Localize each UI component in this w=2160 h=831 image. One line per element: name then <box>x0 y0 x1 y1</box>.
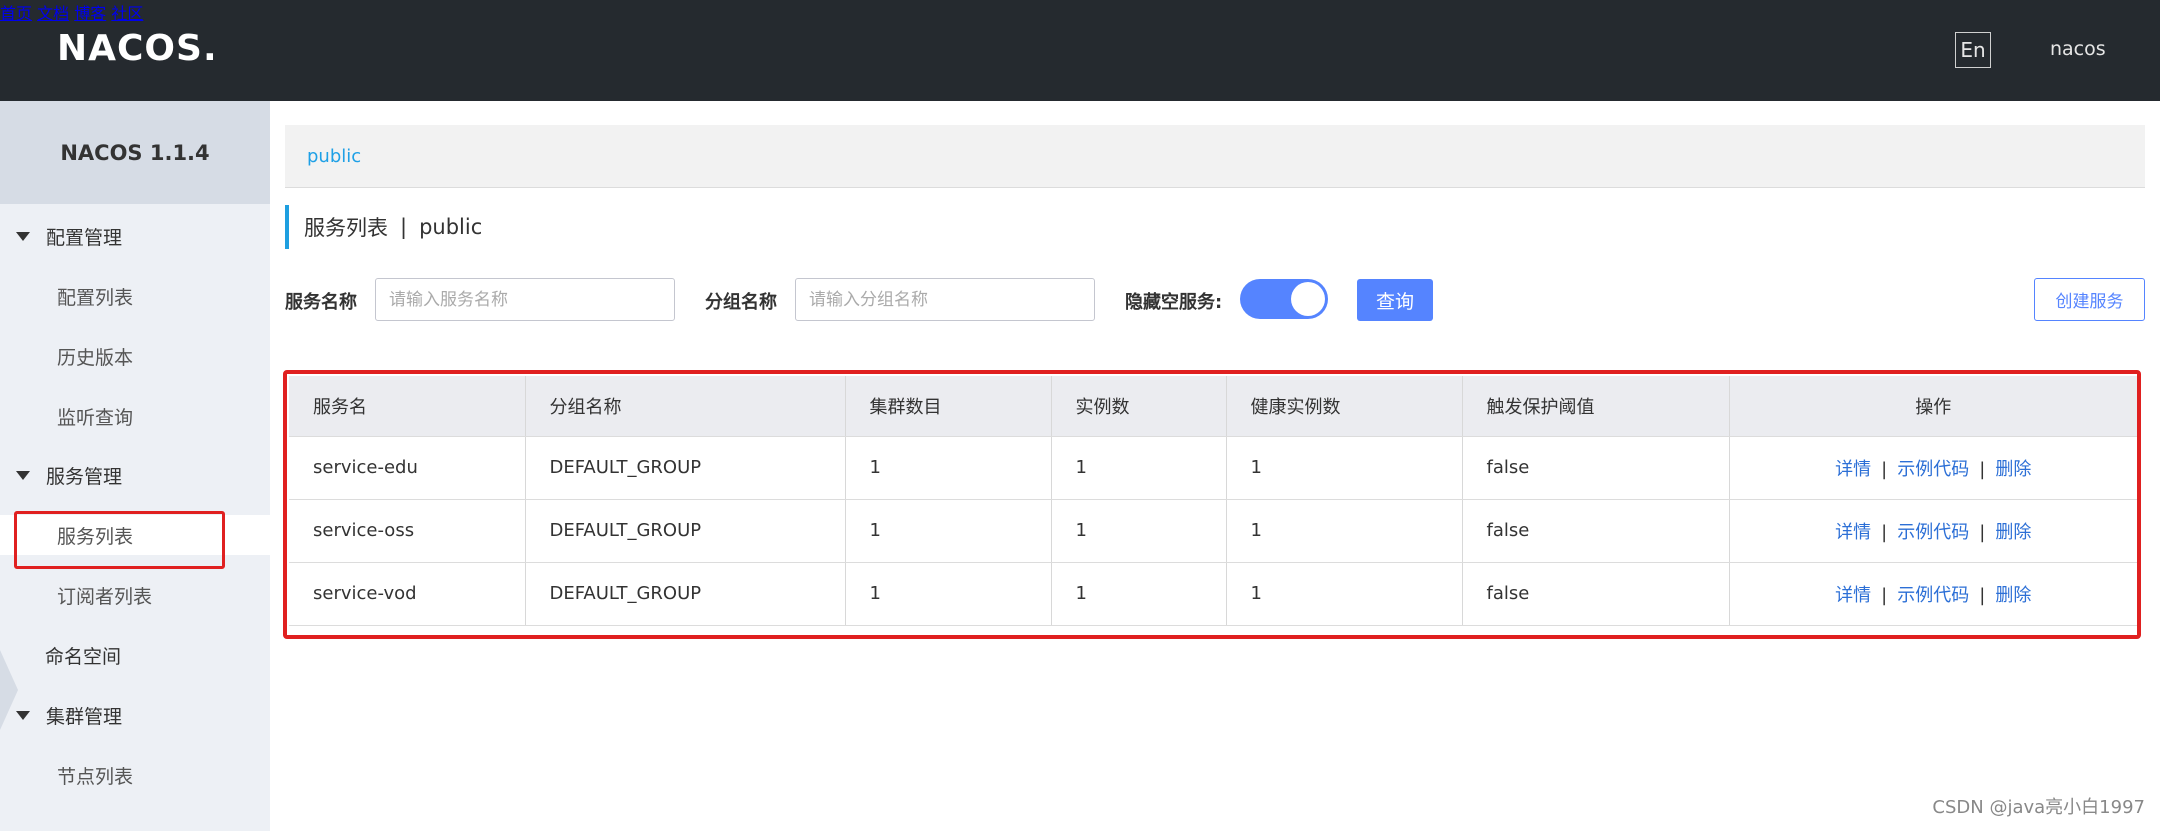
cell-instance-count: 1 <box>1051 562 1227 626</box>
delete-link[interactable]: 删除 <box>1995 522 2031 543</box>
detail-link[interactable]: 详情 <box>1835 585 1871 606</box>
cell-group-name: DEFAULT_GROUP <box>525 562 846 626</box>
detail-link[interactable]: 详情 <box>1835 522 1871 543</box>
nacos-logo[interactable]: NACOS. <box>57 27 218 69</box>
cell-instance-count: 1 <box>1051 436 1227 500</box>
nav-blog-link[interactable]: 博客 <box>74 4 106 23</box>
caret-down-icon <box>16 231 30 241</box>
cell-service-name: service-edu <box>289 436 526 500</box>
logo-text: NACOS. <box>57 27 218 69</box>
query-button[interactable]: 查询 <box>1357 279 1433 321</box>
cell-actions: 详情 | 示例代码 | 删除 <box>1729 436 2137 500</box>
cell-cluster-count: 1 <box>845 562 1052 626</box>
sidebar-group-service[interactable]: 服务管理 <box>0 455 270 495</box>
detail-link[interactable]: 详情 <box>1835 459 1871 480</box>
top-navbar: NACOS. 首页 文档 博客 社区 En nacos <box>0 0 2160 101</box>
highlight-box-table: 服务名 分组名称 集群数目 实例数 健康实例数 触发保护阈值 操作 servic… <box>283 370 2141 639</box>
sidebar-item-node-list[interactable]: 节点列表 <box>0 755 270 795</box>
cell-healthy-count: 1 <box>1226 436 1463 500</box>
sidebar-item-listener-query[interactable]: 监听查询 <box>0 396 270 436</box>
cell-cluster-count: 1 <box>845 436 1052 500</box>
sidebar-item-history[interactable]: 历史版本 <box>0 336 270 376</box>
delete-link[interactable]: 删除 <box>1995 459 2031 480</box>
create-service-button[interactable]: 创建服务 <box>2034 278 2145 321</box>
action-separator: | <box>1881 521 1888 543</box>
highlight-box-sidebar <box>14 511 225 569</box>
action-separator: | <box>1881 458 1888 480</box>
sample-code-link[interactable]: 示例代码 <box>1897 459 1969 480</box>
cell-threshold: false <box>1462 562 1730 626</box>
caret-down-icon <box>16 710 30 720</box>
table-row: service-edu DEFAULT_GROUP 1 1 1 false 详情… <box>289 436 2137 500</box>
column-header-instance-count: 实例数 <box>1051 376 1227 437</box>
cell-healthy-count: 1 <box>1226 499 1463 563</box>
language-switch-button[interactable]: En <box>1955 32 1991 68</box>
page-title: 服务列表 | public <box>285 205 482 249</box>
nav-community-link[interactable]: 社区 <box>111 4 143 23</box>
column-header-actions: 操作 <box>1729 376 2137 437</box>
column-header-healthy-count: 健康实例数 <box>1226 376 1463 437</box>
table-header-row: 服务名 分组名称 集群数目 实例数 健康实例数 触发保护阈值 操作 <box>289 376 2137 437</box>
sidebar-item-subscriber-list[interactable]: 订阅者列表 <box>0 575 270 615</box>
toggle-knob <box>1291 282 1325 316</box>
cell-threshold: false <box>1462 436 1730 500</box>
cell-healthy-count: 1 <box>1226 562 1463 626</box>
nav-home-link[interactable]: 首页 <box>0 4 32 23</box>
sidebar-item-namespace[interactable]: 命名空间 <box>0 635 270 675</box>
table-row: service-vod DEFAULT_GROUP 1 1 1 false 详情… <box>289 562 2137 626</box>
action-separator: | <box>1979 521 1986 543</box>
page-title-namespace: public <box>419 215 483 239</box>
page-title-text: 服务列表 <box>304 216 388 240</box>
cell-group-name: DEFAULT_GROUP <box>525 499 846 563</box>
title-separator: | <box>400 215 408 239</box>
namespace-tab-public[interactable]: public <box>307 146 361 167</box>
group-name-label: 分组名称 <box>705 292 777 313</box>
sidebar-group-config[interactable]: 配置管理 <box>0 216 270 256</box>
cell-service-name: service-oss <box>289 499 526 563</box>
cell-service-name: service-vod <box>289 562 526 626</box>
cell-actions: 详情 | 示例代码 | 删除 <box>1729 562 2137 626</box>
nav-docs-link[interactable]: 文档 <box>37 4 69 23</box>
sample-code-link[interactable]: 示例代码 <box>1897 522 1969 543</box>
cell-group-name: DEFAULT_GROUP <box>525 436 846 500</box>
action-separator: | <box>1979 458 1986 480</box>
cell-cluster-count: 1 <box>845 499 1052 563</box>
service-name-input[interactable] <box>375 278 675 321</box>
cell-instance-count: 1 <box>1051 499 1227 563</box>
user-menu[interactable]: nacos <box>2050 38 2106 60</box>
caret-down-icon <box>16 470 30 480</box>
column-header-group-name: 分组名称 <box>525 376 846 437</box>
sidebar-group-label: 服务管理 <box>46 465 123 488</box>
service-table: 服务名 分组名称 集群数目 实例数 健康实例数 触发保护阈值 操作 servic… <box>289 376 2137 626</box>
column-header-cluster-count: 集群数目 <box>845 376 1052 437</box>
column-header-service-name: 服务名 <box>289 376 526 437</box>
sidebar-item-config-list[interactable]: 配置列表 <box>0 276 270 316</box>
action-separator: | <box>1979 584 1986 606</box>
sample-code-link[interactable]: 示例代码 <box>1897 585 1969 606</box>
delete-link[interactable]: 删除 <box>1995 585 2031 606</box>
namespace-breadcrumb: public <box>285 125 2145 188</box>
sidebar-version: NACOS 1.1.4 <box>0 101 270 204</box>
cell-actions: 详情 | 示例代码 | 删除 <box>1729 499 2137 563</box>
sidebar-group-label: 集群管理 <box>46 705 123 728</box>
sidebar-group-cluster[interactable]: 集群管理 <box>0 695 270 735</box>
hide-empty-service-toggle[interactable] <box>1240 279 1328 319</box>
group-name-input[interactable] <box>795 278 1095 321</box>
action-separator: | <box>1881 584 1888 606</box>
cell-threshold: false <box>1462 499 1730 563</box>
watermark: CSDN @java亮小白1997 <box>1932 797 2145 818</box>
column-header-threshold: 触发保护阈值 <box>1462 376 1730 437</box>
hide-empty-service-label: 隐藏空服务: <box>1125 292 1223 313</box>
sidebar-group-label: 配置管理 <box>46 226 123 249</box>
table-row: service-oss DEFAULT_GROUP 1 1 1 false 详情… <box>289 499 2137 563</box>
service-name-label: 服务名称 <box>285 292 357 313</box>
